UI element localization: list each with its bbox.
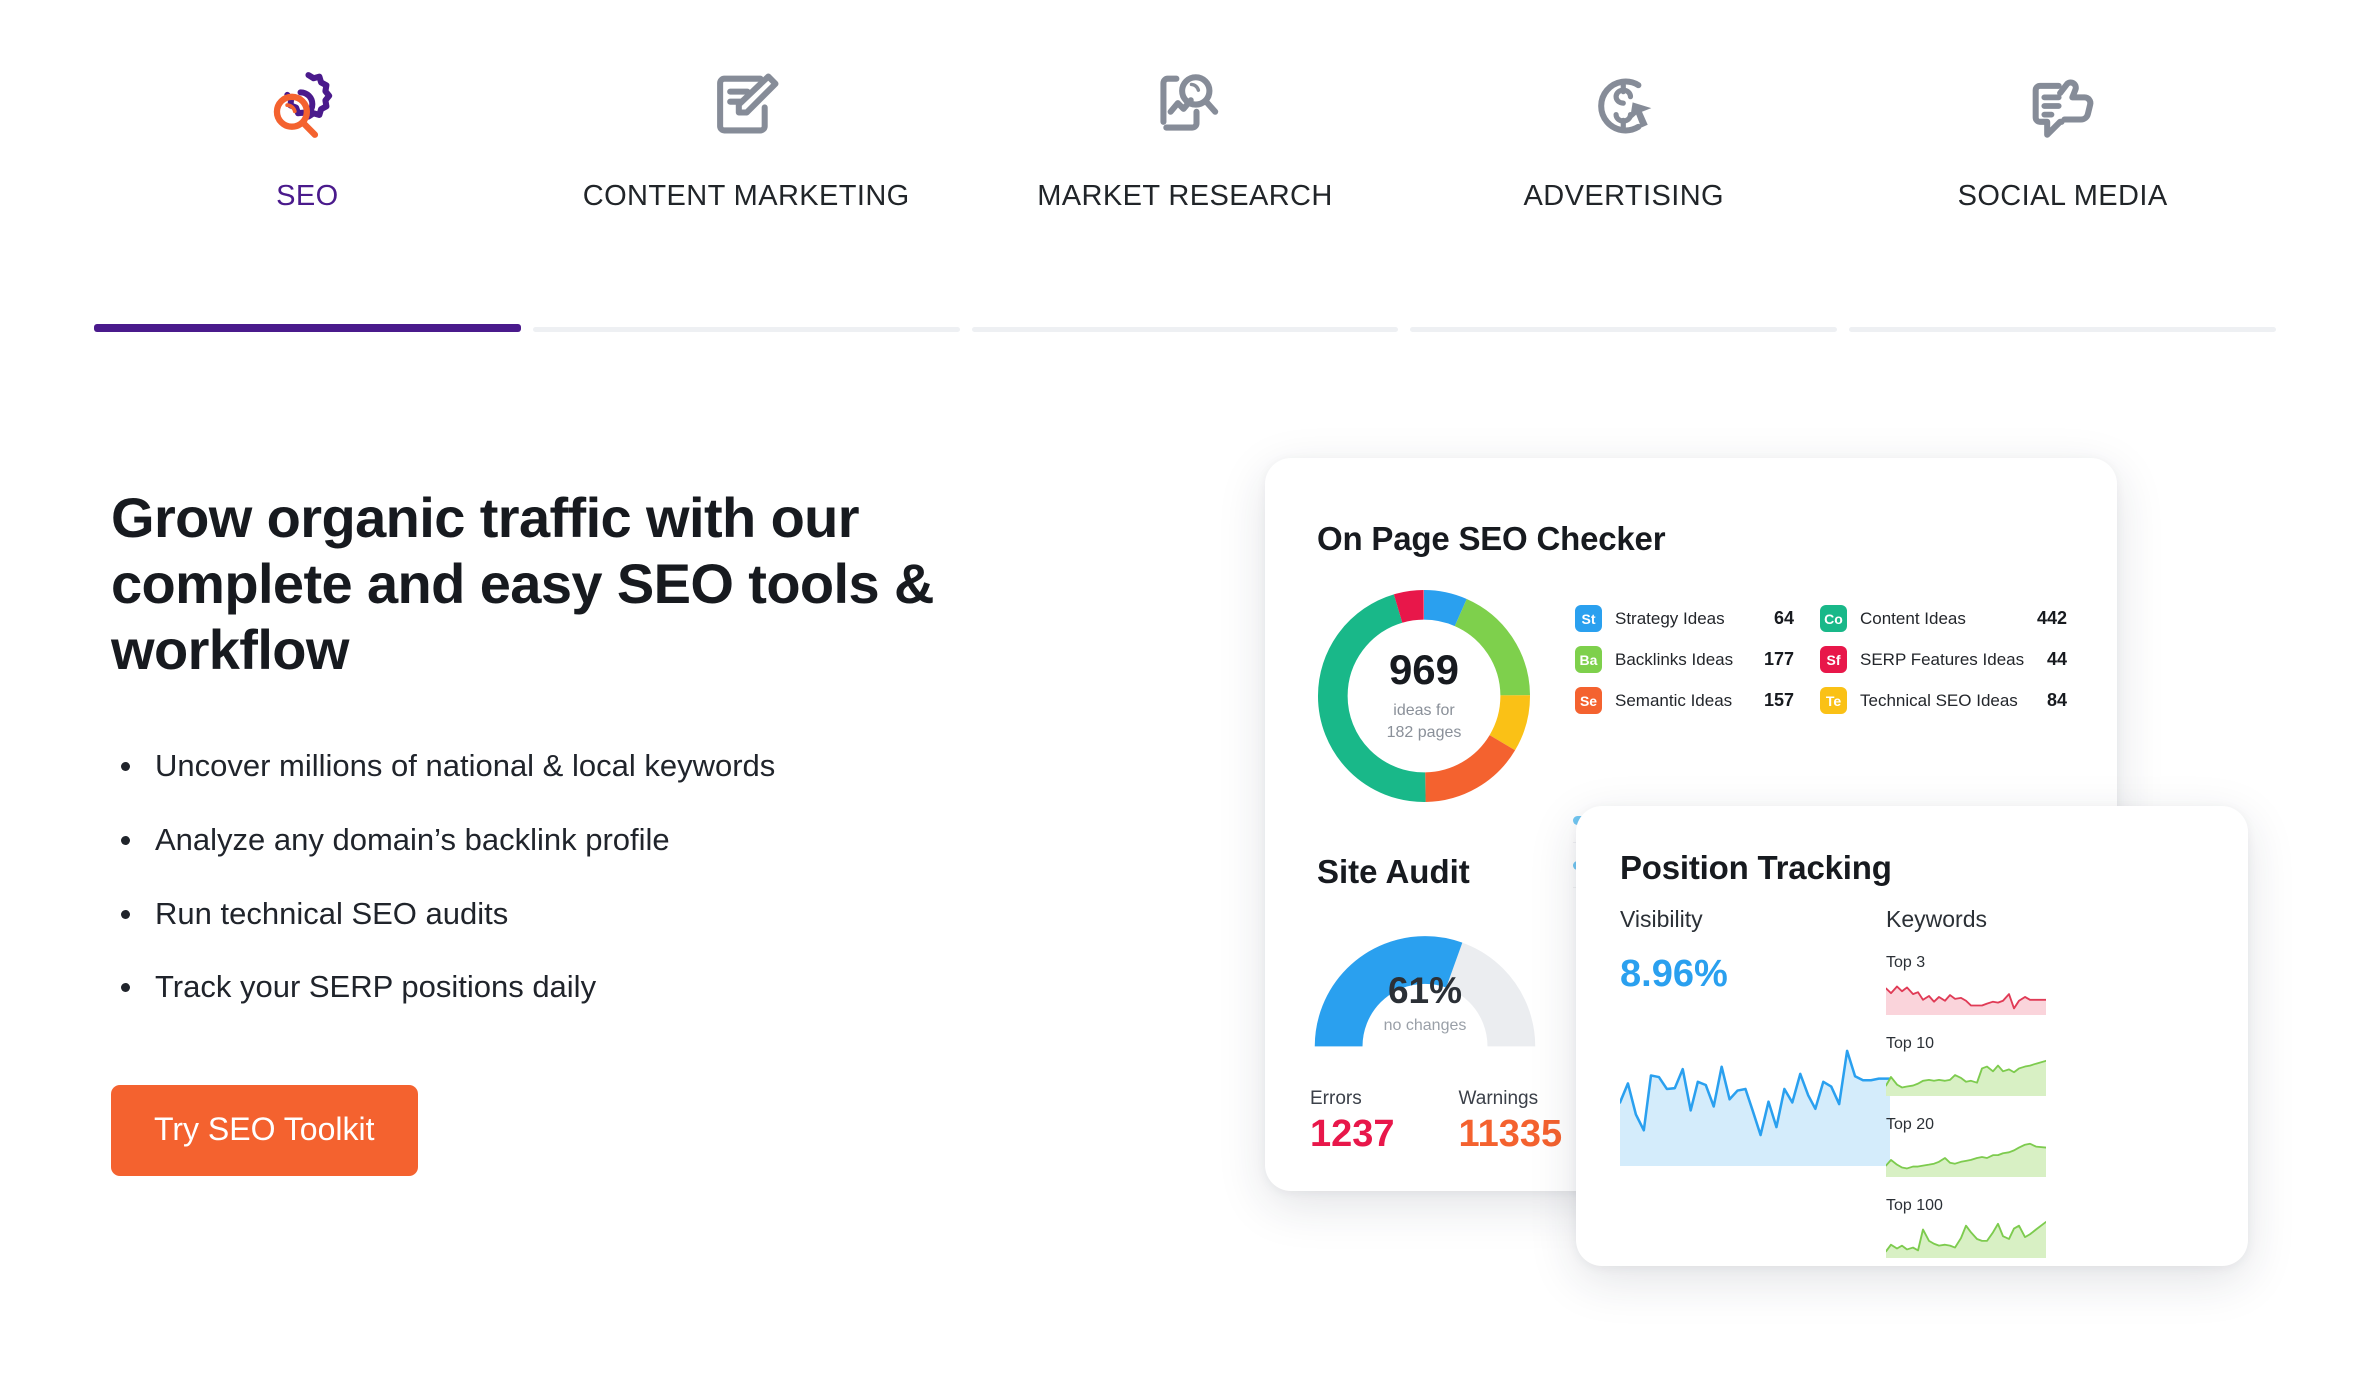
keywords-block: Keywords bbox=[1886, 906, 1987, 933]
visibility-label: Visibility bbox=[1620, 906, 1703, 932]
badge-icon-sf: Sf bbox=[1820, 646, 1847, 673]
list-item: Track your SERP positions daily bbox=[111, 968, 1111, 1007]
tab-label-seo: SEO bbox=[276, 180, 339, 212]
position-tracking-card: Position Tracking Visibility 8.96% Keywo… bbox=[1576, 806, 2248, 1266]
try-seo-toolkit-button[interactable]: Try SEO Toolkit bbox=[111, 1085, 418, 1177]
donut-subtext: ideas for 182 pages bbox=[1387, 700, 1462, 742]
legend-label-content-ideas: Content Ideas bbox=[1860, 608, 1966, 628]
sparkline-item-top-10: Top 10 bbox=[1886, 1035, 2046, 1096]
legend-item-serp-features-ideas: Sf SERP Features Ideas 44 bbox=[1820, 639, 2075, 680]
sparkline-top-100 bbox=[1886, 1220, 2046, 1258]
keywords-label: Keywords bbox=[1886, 906, 1987, 932]
site-audit-gauge: 61% no changes bbox=[1310, 910, 1540, 1060]
legend-value-content-ideas: 442 bbox=[2036, 608, 2067, 628]
speech-bubble-thumbs-up-icon bbox=[2017, 52, 2109, 160]
donut-subtext-line2: 182 pages bbox=[1386, 723, 1462, 741]
legend-label-backlinks-ideas: Backlinks Ideas bbox=[1615, 649, 1734, 669]
stat-label-errors: Errors bbox=[1310, 1088, 1362, 1109]
stat-value-errors: 1237 bbox=[1310, 1113, 1395, 1155]
legend-item-backlinks-ideas: Ba Backlinks Ideas 177 bbox=[1575, 639, 1820, 680]
legend-value-strategy-ideas: 64 bbox=[1773, 608, 1794, 628]
tab-social-media[interactable]: SOCIAL MEDIA bbox=[1843, 0, 2282, 332]
page-root: SEO CONTENT MARKETING MARKET RESEARCH AD… bbox=[0, 0, 2370, 1394]
ideas-legend: St Strategy Ideas 64 Ba Backlinks Ideas … bbox=[1575, 598, 2075, 721]
keyword-sparkline-list: Top 3 Top 10 Top 20 Top 100 bbox=[1886, 954, 2046, 1278]
page-title: Grow organic traffic with our complete a… bbox=[111, 486, 934, 682]
legend-value-backlinks-ideas: 177 bbox=[1763, 649, 1794, 669]
stat-errors: Errors 1237 bbox=[1310, 1088, 1395, 1153]
ideas-donut-chart: 969 ideas for 182 pages bbox=[1310, 582, 1538, 810]
tab-label-market-research: MARKET RESEARCH bbox=[1037, 180, 1333, 212]
visibility-area-chart bbox=[1620, 1049, 1890, 1166]
gauge-subtext: no changes bbox=[1383, 1017, 1467, 1034]
visibility-block: Visibility 8.96% bbox=[1620, 906, 1728, 993]
gauge-value: 61% bbox=[1387, 970, 1463, 1011]
donut-center-label: 969 ideas for 182 pages bbox=[1310, 582, 1538, 810]
stat-value-warnings: 11335 bbox=[1458, 1113, 1563, 1155]
tab-label-advertising: ADVERTISING bbox=[1523, 180, 1725, 212]
tab-underline-social-media bbox=[1849, 327, 2276, 332]
document-chart-magnifier-icon bbox=[1139, 52, 1231, 160]
list-item: Uncover millions of national & local key… bbox=[111, 747, 1111, 786]
legend-value-technical-seo-ideas: 84 bbox=[2046, 690, 2067, 710]
legend-item-strategy-ideas: St Strategy Ideas 64 bbox=[1575, 598, 1820, 639]
legend-label-technical-seo-ideas: Technical SEO Ideas bbox=[1860, 690, 2018, 710]
tab-underline-content-marketing bbox=[532, 327, 960, 332]
sparkline-item-top-3: Top 3 bbox=[1886, 954, 2046, 1015]
site-audit-stats: Errors 1237 Warnings 11335 bbox=[1310, 1088, 1562, 1153]
sparkline-label-top-10: Top 10 bbox=[1886, 1035, 1935, 1052]
card-title-position-tracking: Position Tracking bbox=[1620, 849, 1892, 886]
card-title-seo-checker: On Page SEO Checker bbox=[1317, 520, 1666, 557]
legend-label-semantic-ideas: Semantic Ideas bbox=[1615, 690, 1733, 710]
feature-list: Uncover millions of national & local key… bbox=[111, 747, 1111, 1007]
legend-value-serp-features-ideas: 44 bbox=[2046, 649, 2067, 669]
sparkline-label-top-3: Top 3 bbox=[1886, 954, 1926, 971]
sparkline-top-3 bbox=[1886, 985, 2046, 1015]
tab-label-social-media: SOCIAL MEDIA bbox=[1957, 180, 2168, 212]
badge-icon-co: Co bbox=[1820, 605, 1847, 632]
seo-gear-magnifier-icon bbox=[261, 52, 353, 160]
list-item: Analyze any domain’s backlink profile bbox=[111, 821, 1111, 860]
tab-underline-seo bbox=[94, 324, 521, 332]
visibility-value: 8.96% bbox=[1620, 953, 1728, 995]
sparkline-item-top-20: Top 20 bbox=[1886, 1116, 2046, 1177]
badge-icon-st: St bbox=[1575, 605, 1602, 632]
donut-subtext-line1: ideas for bbox=[1393, 702, 1455, 720]
tab-underline-market-research bbox=[971, 327, 1399, 332]
donut-total-value: 969 bbox=[1388, 646, 1460, 694]
stat-label-warnings: Warnings bbox=[1458, 1088, 1539, 1109]
legend-item-semantic-ideas: Se Semantic Ideas 157 bbox=[1575, 680, 1820, 721]
sparkline-item-top-100: Top 100 bbox=[1886, 1197, 2046, 1258]
document-pencil-icon bbox=[700, 52, 792, 160]
badge-icon-te: Te bbox=[1820, 687, 1847, 714]
sparkline-top-20 bbox=[1886, 1142, 2046, 1177]
product-tabs: SEO CONTENT MARKETING MARKET RESEARCH AD… bbox=[0, 0, 2370, 332]
legend-item-content-ideas: Co Content Ideas 442 bbox=[1820, 598, 2075, 639]
tab-underline-advertising bbox=[1410, 327, 1838, 332]
hero-section: Grow organic traffic with our complete a… bbox=[111, 485, 1111, 1177]
legend-value-semantic-ideas: 157 bbox=[1763, 690, 1794, 710]
legend-label-serp-features-ideas: SERP Features Ideas bbox=[1860, 649, 2025, 669]
badge-icon-ba: Ba bbox=[1575, 646, 1602, 673]
stat-warnings: Warnings 11335 bbox=[1459, 1088, 1563, 1153]
tab-label-content-marketing: CONTENT MARKETING bbox=[582, 180, 910, 212]
card-title-site-audit: Site Audit bbox=[1317, 853, 1470, 890]
sparkline-label-top-100: Top 100 bbox=[1886, 1197, 1943, 1214]
badge-icon-se: Se bbox=[1575, 687, 1602, 714]
list-item: Run technical SEO audits bbox=[111, 895, 1111, 934]
sparkline-label-top-20: Top 20 bbox=[1886, 1116, 1935, 1133]
legend-label-strategy-ideas: Strategy Ideas bbox=[1615, 608, 1725, 628]
tab-seo[interactable]: SEO bbox=[88, 0, 527, 332]
tab-advertising[interactable]: ADVERTISING bbox=[1404, 0, 1843, 332]
tab-content-marketing[interactable]: CONTENT MARKETING bbox=[527, 0, 966, 332]
dollar-target-cursor-icon bbox=[1578, 52, 1670, 160]
tab-market-research[interactable]: MARKET RESEARCH bbox=[966, 0, 1405, 332]
sparkline-top-10 bbox=[1886, 1059, 2046, 1096]
legend-item-technical-seo-ideas: Te Technical SEO Ideas 84 bbox=[1820, 680, 2075, 721]
gauge-center-label: 61% no changes bbox=[1310, 972, 1540, 1035]
